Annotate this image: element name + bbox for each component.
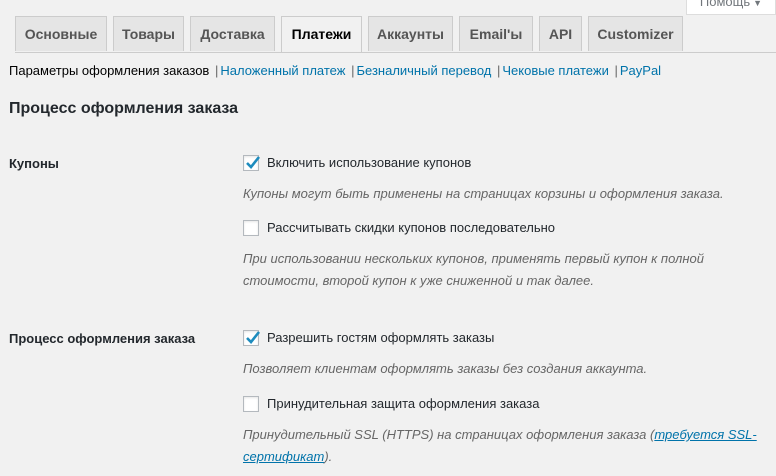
subnav-separator: | [614, 63, 618, 78]
tab-general[interactable]: Основные [15, 16, 107, 51]
subnav-separator: | [214, 63, 219, 78]
force-ssl-description: Принудительный SSL (HTTPS) на страницах … [243, 424, 763, 468]
tab-api[interactable]: API [539, 16, 582, 51]
subnav-current: Параметры оформления заказов [9, 63, 210, 78]
force-ssl-checkbox[interactable] [243, 396, 259, 412]
help-tab[interactable]: Помощь ▼ [686, 0, 776, 15]
tab-payments[interactable]: Платежи [281, 16, 362, 52]
coupons-label: Купоны [9, 156, 59, 171]
subnav-link-paypal[interactable]: PayPal [620, 63, 661, 78]
force-ssl-label[interactable]: Принудительная защита оформления заказа [267, 396, 539, 411]
tab-emails[interactable]: Email'ы [459, 16, 533, 51]
tab-products[interactable]: Товары [113, 16, 184, 51]
sequential-coupons-checkbox[interactable] [243, 220, 259, 236]
enable-coupons-checkbox[interactable] [243, 155, 261, 171]
subnav-link-bacs[interactable]: Безналичный перевод [356, 63, 491, 78]
ssl-desc-text: ). [324, 449, 333, 464]
subnav-link-cheque[interactable]: Чековые платежи [502, 63, 608, 78]
help-label: Помощь [699, 0, 751, 9]
description-line: стоимости, второй купон к уже сниженной … [243, 273, 595, 288]
checkmark-icon [246, 331, 261, 344]
ssl-desc-text: Принудительный SSL (HTTPS) на страницах … [243, 427, 655, 442]
description-line: сертификат). [243, 446, 763, 468]
ssl-certificate-link[interactable]: требуется SSL- [654, 427, 756, 442]
guest-checkout-description: Позволяет клиентам оформлять заказы без … [243, 361, 648, 376]
tab-customizer[interactable]: Customizer [588, 16, 683, 51]
settings-tabs: Основные Товары Доставка Платежи Аккаунт… [15, 16, 776, 53]
checkout-process-label: Процесс оформления заказа [9, 331, 196, 346]
subnav-separator: | [496, 63, 501, 78]
checkmark-icon [246, 156, 261, 169]
subnav-link-cod[interactable]: Наложенный платеж [220, 63, 345, 78]
description-line: Принудительный SSL (HTTPS) на страницах … [243, 424, 763, 446]
description-line: При использовании нескольких купонов, пр… [243, 251, 704, 266]
ssl-certificate-link[interactable]: сертификат [243, 449, 324, 464]
guest-checkout-checkbox[interactable] [243, 330, 261, 346]
sequential-coupons-description: При использовании нескольких купонов, пр… [243, 248, 763, 292]
tab-shipping[interactable]: Доставка [190, 16, 275, 51]
enable-coupons-label[interactable]: Включить использование купонов [267, 155, 471, 170]
chevron-down-icon: ▼ [753, 0, 763, 8]
enable-coupons-description: Купоны могут быть применены на страницах… [243, 186, 724, 201]
subnav-separator: | [351, 63, 355, 78]
tab-accounts[interactable]: Аккаунты [368, 16, 453, 51]
payment-subnav: Параметры оформления заказов | Наложенный… [9, 63, 661, 78]
section-title: Процесс оформления заказа [9, 100, 239, 117]
sequential-coupons-label[interactable]: Рассчитывать скидки купонов последовател… [267, 220, 555, 235]
guest-checkout-label[interactable]: Разрешить гостям оформлять заказы [267, 330, 494, 345]
